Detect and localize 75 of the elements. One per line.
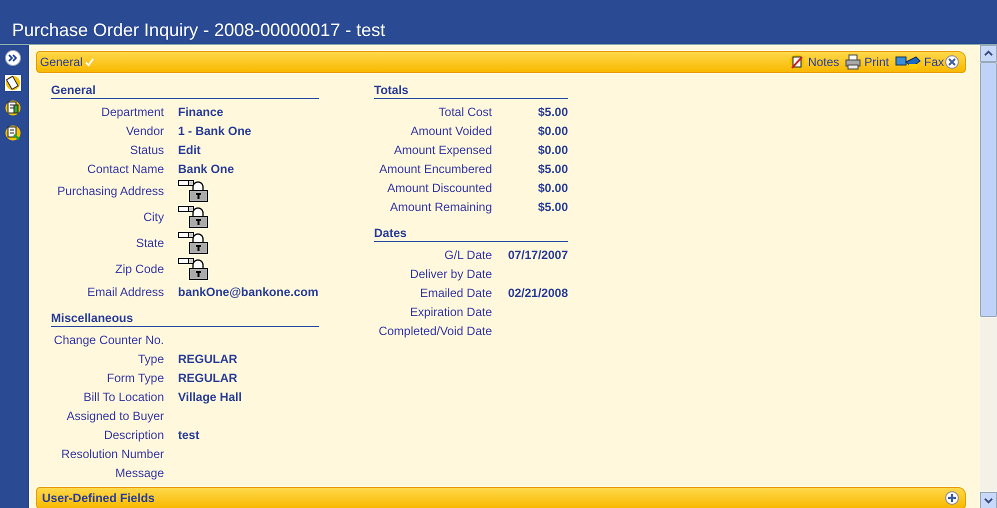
field-label: G/L Date bbox=[443, 248, 492, 262]
document-icon[interactable] bbox=[5, 100, 21, 116]
field-label: Form Type bbox=[106, 370, 164, 384]
field-value: $5.00 bbox=[536, 200, 568, 214]
locked-field-icon bbox=[178, 232, 210, 254]
expand-icon[interactable] bbox=[945, 491, 959, 505]
field-label: Description bbox=[102, 428, 164, 442]
field-value: Edit bbox=[178, 142, 201, 156]
panel-title: User-Defined Fields bbox=[41, 491, 155, 505]
field-label: City bbox=[142, 210, 164, 224]
field-value: $0.00 bbox=[536, 180, 568, 194]
scrollbar[interactable] bbox=[980, 45, 997, 508]
field-value: 1 - Bank One bbox=[178, 124, 252, 138]
field-value: 02/21/2008 bbox=[506, 286, 568, 300]
field-label: Amount Encumbered bbox=[378, 162, 492, 176]
locked-field-icon bbox=[178, 258, 210, 280]
field-label: Total Cost bbox=[438, 104, 492, 118]
field-label: Vendor bbox=[124, 124, 164, 138]
field-label: Purchasing Address bbox=[56, 184, 164, 198]
printer-icon[interactable] bbox=[845, 54, 862, 70]
scroll-thumb[interactable] bbox=[980, 62, 997, 317]
field-value: $5.00 bbox=[536, 104, 568, 118]
field-label: Bill To Location bbox=[82, 390, 164, 404]
field-label: Completed/Void Date bbox=[378, 324, 492, 338]
field-label: Assigned to Buyer bbox=[66, 408, 164, 422]
locked-field-icon bbox=[178, 206, 210, 228]
field-value: test bbox=[178, 428, 200, 442]
scroll-up-button[interactable] bbox=[980, 45, 997, 62]
fax-machine-icon[interactable] bbox=[894, 54, 921, 70]
field-label: Amount Voided bbox=[410, 124, 492, 138]
down-caret-icon bbox=[984, 496, 993, 505]
field-label: Contact Name bbox=[86, 162, 164, 176]
panel-header[interactable]: General Notes Print Fax bbox=[36, 51, 966, 73]
field-label: Department bbox=[100, 104, 164, 118]
field-label: State bbox=[134, 236, 164, 250]
field-value: Bank One bbox=[178, 162, 234, 176]
pencil-note-icon[interactable] bbox=[788, 54, 805, 70]
field-value: REGULAR bbox=[178, 352, 238, 366]
field-value: REGULAR bbox=[178, 370, 238, 384]
field-value: $0.00 bbox=[536, 124, 568, 138]
section-heading: General bbox=[51, 73, 319, 99]
section-heading: Dates bbox=[374, 216, 568, 242]
panel-header[interactable]: User-Defined Fields bbox=[36, 487, 966, 508]
field-label: Amount Discounted bbox=[386, 180, 492, 194]
up-caret-icon bbox=[984, 49, 993, 58]
action-link[interactable]: Print bbox=[864, 55, 889, 69]
field-label: Deliver by Date bbox=[408, 266, 492, 280]
field-label: Amount Remaining bbox=[388, 200, 492, 214]
field-label: Emailed Date bbox=[418, 286, 492, 300]
scroll-down-button[interactable] bbox=[980, 492, 997, 508]
field-label: Amount Expensed bbox=[392, 142, 492, 156]
notepad-icon[interactable] bbox=[5, 75, 21, 91]
field-label: Resolution Number bbox=[60, 446, 164, 460]
window-title: Purchase Order Inquiry - 2008-00000017 - test bbox=[12, 20, 386, 41]
panel-title: General bbox=[40, 55, 83, 69]
field-label: Change Counter No. bbox=[52, 332, 164, 346]
section-heading: Totals bbox=[374, 73, 568, 99]
field-label: Expiration Date bbox=[408, 304, 492, 318]
field-value: 07/17/2007 bbox=[506, 248, 568, 262]
action-link[interactable]: Fax bbox=[924, 55, 944, 69]
section-heading: Miscellaneous bbox=[51, 301, 319, 327]
field-label: Zip Code bbox=[114, 262, 164, 276]
field-value: bankOne@bankone.com bbox=[178, 284, 318, 298]
field-label: Message bbox=[114, 466, 164, 480]
close-icon[interactable] bbox=[945, 55, 959, 69]
field-label: Status bbox=[128, 142, 164, 156]
field-value: $5.00 bbox=[536, 162, 568, 176]
field-label: Type bbox=[136, 352, 164, 366]
expand-icon[interactable] bbox=[5, 50, 21, 66]
field-value: $0.00 bbox=[536, 142, 568, 156]
field-label: Email Address bbox=[86, 284, 164, 298]
action-link[interactable]: Notes bbox=[808, 55, 840, 69]
locked-field-icon bbox=[178, 180, 210, 202]
field-value: Finance bbox=[178, 104, 224, 118]
field-value: Village Hall bbox=[178, 390, 242, 404]
